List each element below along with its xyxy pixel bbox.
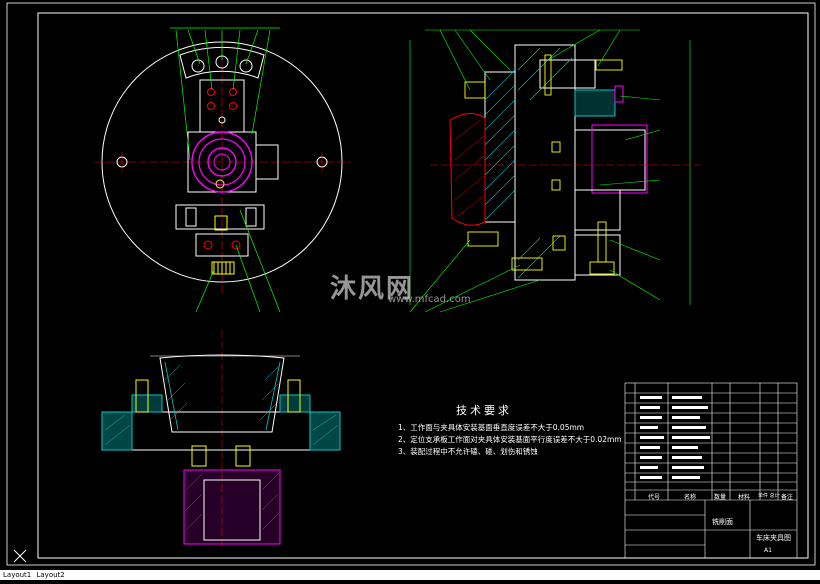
title-block-row-marks [640, 396, 710, 479]
top-view [95, 27, 350, 313]
tech-requirement-2: 2、定位支承板工作面对夹具体安装基面平行度误差不大于0.02mm [398, 435, 622, 444]
header-qty: 数量 [714, 494, 727, 501]
ucs-icon [13, 549, 27, 563]
watermark-url: www.mfcad.com [388, 294, 471, 305]
cad-drawing-canvas[interactable]: 沐风网 www.mfcad.com 技术要求 1、工作面与夹具体安装基面垂直度误… [0, 0, 820, 580]
layout-tabs-bar: Layout1 Layout2 [0, 570, 820, 580]
company-name: 铣削面 [712, 518, 733, 526]
tech-requirements-title: 技术要求 [456, 404, 512, 417]
header-remark: 备注 [781, 494, 794, 501]
tech-requirement-3: 3、装配过程中不允许磕、碰、划伤和锈蚀 [398, 447, 538, 456]
title-block [624, 382, 798, 559]
drawing-name: 车床夹具图 [756, 534, 791, 542]
sheet-size: A1 [764, 547, 772, 554]
tab-layout2[interactable]: Layout2 [36, 571, 64, 579]
header-material: 材料 [738, 494, 751, 501]
front-section-view [409, 29, 700, 313]
tech-requirement-1: 1、工作面与夹具体安装基面垂直度误差不大于0.05mm [398, 423, 585, 432]
bottom-section-view [101, 330, 341, 548]
tab-layout1[interactable]: Layout1 [3, 571, 31, 579]
header-name: 名称 [684, 494, 697, 501]
header-code: 代号 [648, 494, 661, 501]
header-weight: 单件 总计 [758, 493, 780, 499]
